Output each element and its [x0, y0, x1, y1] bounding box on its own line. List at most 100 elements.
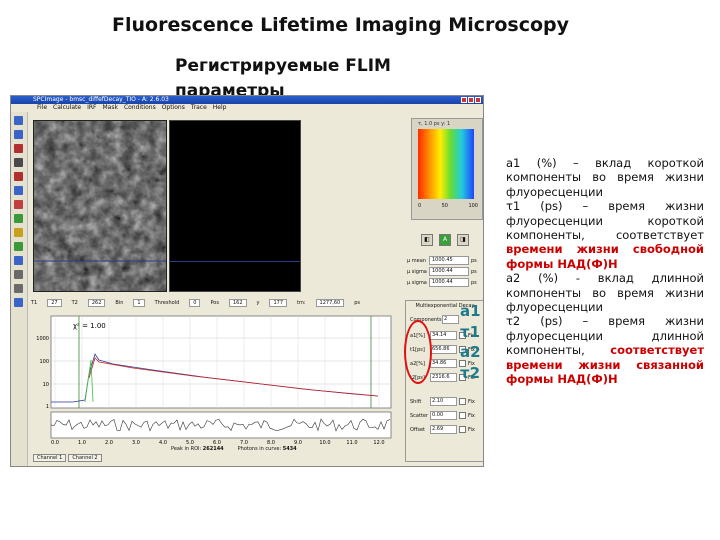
- palette-up-button[interactable]: ◧: [421, 234, 433, 246]
- palette-icon[interactable]: [14, 228, 23, 237]
- pos-field[interactable]: 162: [228, 299, 247, 307]
- plot-footer: Peak in ROI: 262144 Photons in curve: 54…: [171, 446, 297, 452]
- stat-unit: ps: [471, 268, 477, 275]
- x-tick-label: 12.0: [373, 440, 384, 446]
- threshold-label: Threshold: [154, 300, 180, 306]
- scatter-fix-checkbox[interactable]: [459, 412, 466, 419]
- t2-label: T2: [71, 300, 78, 306]
- param-label-a1: a1: [460, 302, 481, 320]
- maximize-button[interactable]: [468, 97, 474, 103]
- x-tick-label: 3.0: [132, 440, 140, 446]
- shift-label: Shift: [410, 398, 422, 405]
- colorbar-tick: 100: [468, 203, 478, 209]
- x-tick-label: 4.0: [159, 440, 167, 446]
- export-icon[interactable]: [14, 298, 23, 307]
- x-tick-label: 0.0: [51, 440, 59, 446]
- chi-square-label: χ² = 1.00: [73, 322, 106, 330]
- description-tau2: τ2 (ps) – время жизни флуоресценции длин…: [506, 314, 704, 386]
- y-tick-label: 100: [39, 359, 49, 365]
- save-icon[interactable]: [14, 130, 23, 139]
- peak-label: Peak in ROI:: [171, 446, 202, 452]
- print-icon[interactable]: [14, 158, 23, 167]
- stat-unit: ps: [471, 257, 477, 264]
- t2-field[interactable]: 2316.6: [430, 373, 457, 382]
- menu-help[interactable]: Help: [213, 104, 227, 112]
- tab-channel-2[interactable]: Channel 2: [68, 454, 102, 462]
- y-tick-label: 1000: [36, 336, 49, 342]
- shift-field[interactable]: 2.10: [430, 397, 457, 406]
- a2-field[interactable]: 34.86: [430, 359, 457, 368]
- y-label: y: [256, 300, 260, 306]
- menu-mask[interactable]: Mask: [102, 104, 117, 112]
- stat-value: 1000.45: [429, 256, 469, 265]
- tab-channel-1[interactable]: Channel 1: [33, 454, 67, 462]
- shift-fix-checkbox[interactable]: [459, 398, 466, 405]
- close-button[interactable]: [475, 97, 481, 103]
- menu-calculate[interactable]: Calculate: [53, 104, 81, 112]
- tm-unit: ps: [354, 300, 361, 306]
- offset-fix-checkbox[interactable]: [459, 426, 466, 433]
- description-highlight: времени жизни свободной формы НАД(Ф)Н: [506, 242, 704, 271]
- photons-label: Photons in curve:: [237, 446, 282, 452]
- tm-field: 1277,60: [315, 299, 345, 307]
- decay-plot-svg: 1000 100 10 1 χ² = 1.00 0.0 1.0 2.0 3.0 4.0 5…: [36, 315, 392, 446]
- intensity-image[interactable]: [33, 120, 167, 292]
- a1-field[interactable]: 34.14: [430, 331, 457, 340]
- intensity-image-texture: [34, 121, 166, 291]
- colorbar-tick: 50: [441, 203, 448, 209]
- stat-row: μ mean 1000.45 ps: [407, 256, 483, 265]
- palette-down-button[interactable]: ◨: [457, 234, 469, 246]
- menu-trace[interactable]: Trace: [191, 104, 207, 112]
- statistics-panel: μ mean 1000.45 ps μ sigma 1000.44 ps μ s…: [407, 256, 483, 289]
- stat-row: μ sigma 1000.44 ps: [407, 267, 483, 276]
- roi-icon[interactable]: [14, 242, 23, 251]
- grid-icon[interactable]: [14, 284, 23, 293]
- components-select[interactable]: 2: [442, 315, 459, 324]
- zoom-icon[interactable]: [14, 256, 23, 265]
- open-icon[interactable]: [14, 116, 23, 125]
- scatter-row: Scatter 0.00 Fix: [410, 411, 475, 420]
- y-field[interactable]: 177: [269, 299, 288, 307]
- stat-row: μ sigma 1000.44 ps: [407, 278, 483, 287]
- threshold-field[interactable]: 0: [189, 299, 201, 307]
- t2-field[interactable]: 262: [87, 299, 106, 307]
- settings-icon[interactable]: [14, 270, 23, 279]
- x-tick-label: 1.0: [78, 440, 86, 446]
- marker-icon[interactable]: [14, 200, 23, 209]
- stat-label: μ sigma: [407, 279, 427, 286]
- spcimage-window: SPCImage - bmsc_diffefDecay_TIO - A: 2.6…: [10, 95, 484, 467]
- menu-file[interactable]: File: [37, 104, 47, 112]
- bin-label: Bin: [115, 300, 124, 306]
- minimize-button[interactable]: [461, 97, 467, 103]
- bin-field[interactable]: 1: [133, 299, 145, 307]
- colorbar-panel: τ, 1.0 ps y: 1 0 50 100: [411, 118, 483, 220]
- delete-icon[interactable]: [14, 144, 23, 153]
- description-a1: a1 (%) – вклад короткой компоненты во вр…: [506, 156, 704, 199]
- copy-icon[interactable]: [14, 186, 23, 195]
- param-label-tau1: τ1: [460, 322, 481, 341]
- scatter-field[interactable]: 0.00: [430, 411, 457, 420]
- channel-tabs: Channel 1 Channel 2: [33, 454, 102, 462]
- parameter-descriptions: a1 (%) – вклад короткой компоненты во вр…: [506, 156, 704, 387]
- fit-icon[interactable]: [14, 214, 23, 223]
- offset-label: Offset: [410, 426, 426, 433]
- decay-plot[interactable]: 1000 100 10 1 χ² = 1.00 0.0 1.0 2.0 3.0 4.0 5…: [33, 314, 397, 462]
- auto-scale-button[interactable]: A: [439, 234, 451, 246]
- cut-icon[interactable]: [14, 172, 23, 181]
- stat-unit: ps: [471, 279, 477, 286]
- stat-value: 1000.44: [429, 278, 469, 287]
- window-titlebar[interactable]: SPCImage - bmsc_diffefDecay_TIO - A: 2.6…: [11, 96, 483, 104]
- description-text: τ1 (ps) – время жизни флуоресценции коро…: [506, 199, 704, 243]
- crosshair-line: [170, 261, 300, 262]
- lifetime-image[interactable]: [169, 120, 301, 292]
- stat-value: 1000.44: [429, 267, 469, 276]
- lifetime-colorbar[interactable]: [418, 129, 474, 199]
- menu-irf[interactable]: IRF: [87, 104, 96, 112]
- residuals-area: [50, 411, 392, 439]
- x-tick-label: 2.0: [105, 440, 113, 446]
- t1-field[interactable]: 656.86: [430, 345, 457, 354]
- menu-options[interactable]: Options: [162, 104, 185, 112]
- menu-conditions[interactable]: Conditions: [124, 104, 156, 112]
- t1-field[interactable]: 27: [47, 299, 62, 307]
- offset-field[interactable]: 2.69: [430, 425, 457, 434]
